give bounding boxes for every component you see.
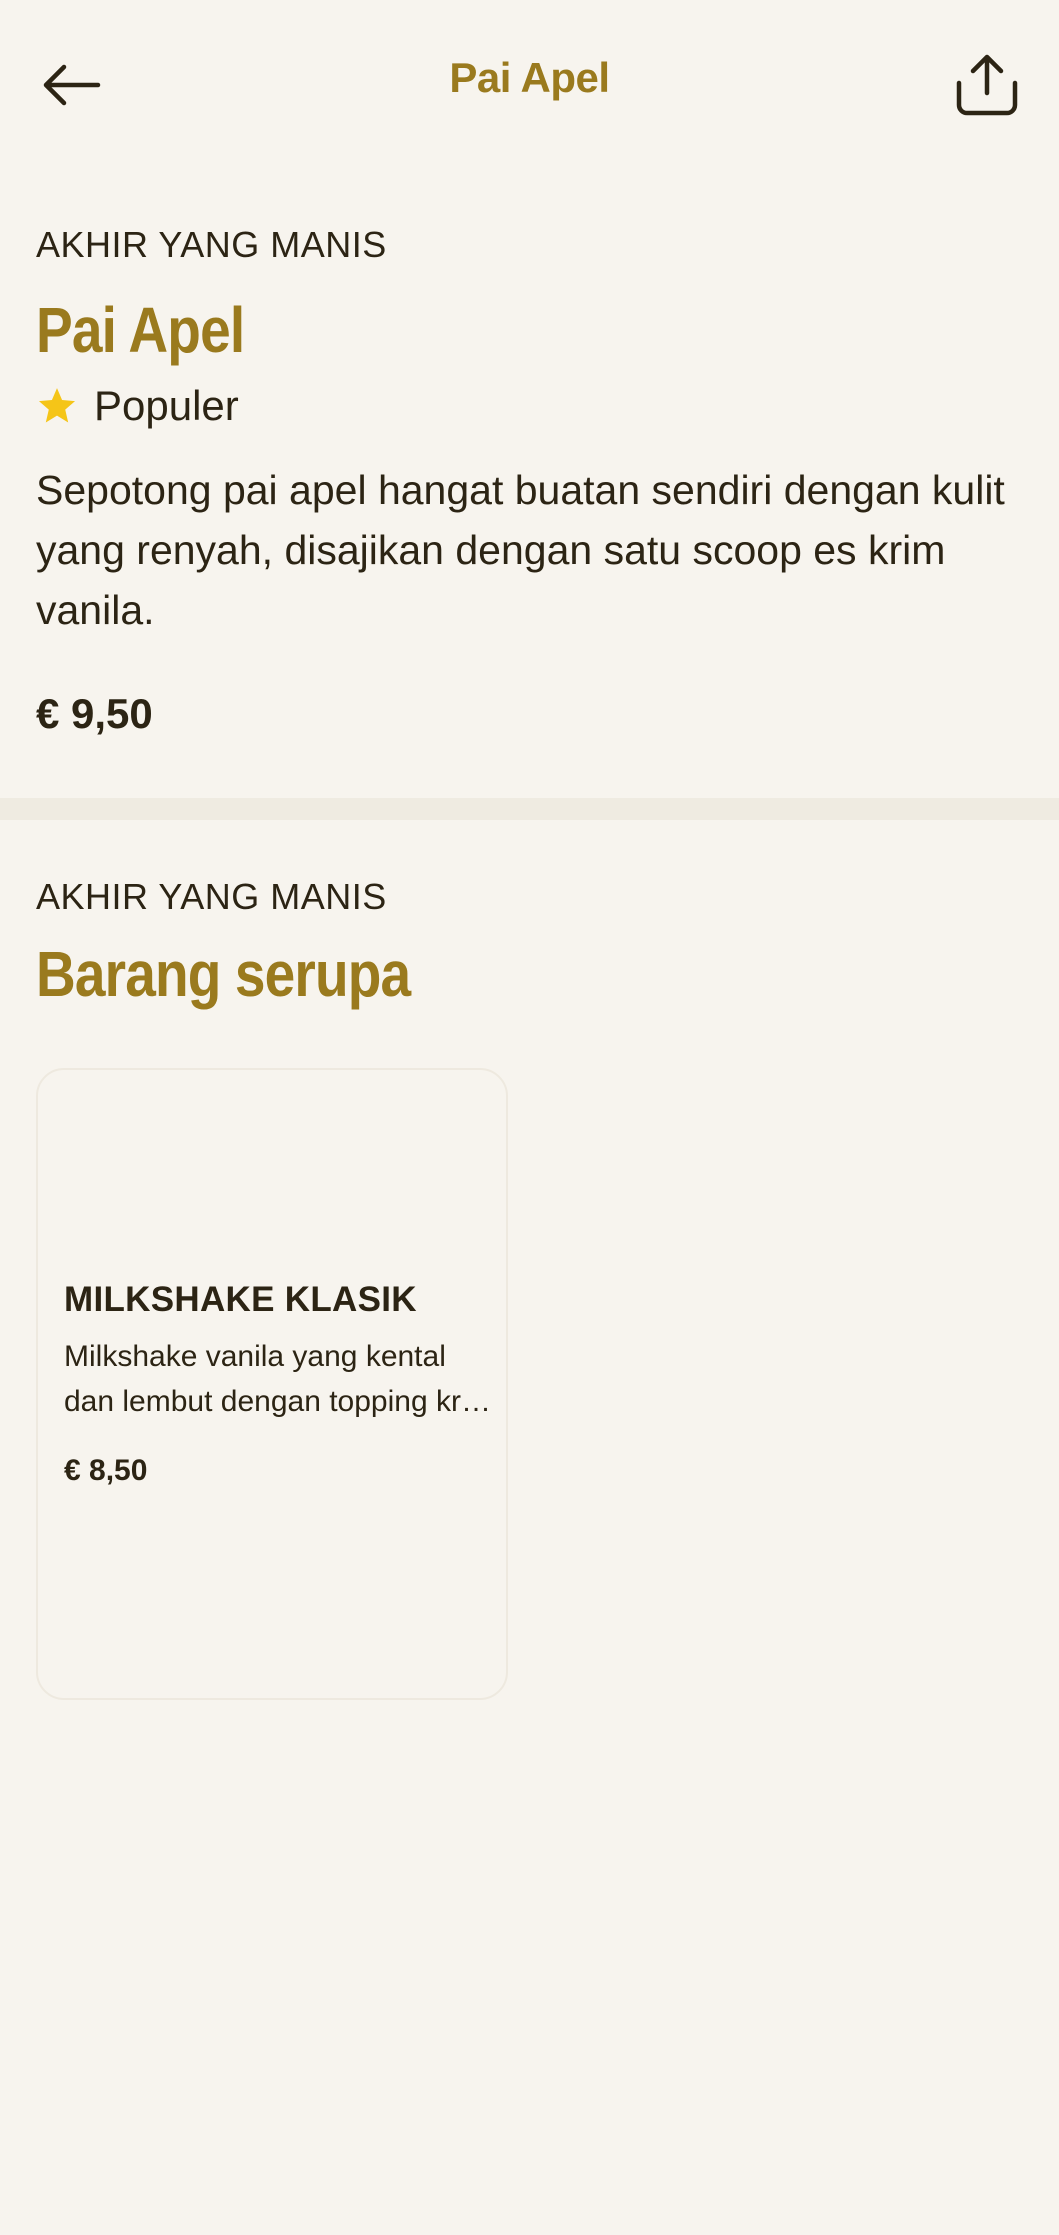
card-price: € 8,50 [64,1454,148,1487]
item-detail-section: AKHIR YANG MANIS Pai Apel Populer Sepoto… [36,220,1026,738]
share-button[interactable] [942,40,1032,130]
card-name: MILKSHAKE KLASIK [64,1280,417,1319]
star-icon [38,388,76,423]
page-title: Pai Apel [449,54,610,101]
share-upload-icon [956,54,1018,116]
similar-items-section: AKHIR YANG MANIS Barang serupa [36,872,1026,1012]
popular-badge: Populer [36,378,1026,434]
top-app-bar: Pai Apel [0,0,1059,170]
similar-item-card[interactable]: MILKSHAKE KLASIK Milkshake vanila yang k… [36,1068,508,1700]
similar-title: Barang serupa [36,938,411,1010]
item-description: Sepotong pai apel hangat buatan sendiri … [36,467,1005,633]
card-description: Milkshake vanila yang kental dan lembut … [64,1340,493,1418]
section-divider [0,798,1059,820]
item-price: € 9,50 [36,690,153,737]
item-name: Pai Apel [36,294,245,366]
badge-label: Populer [94,382,239,429]
similar-category: AKHIR YANG MANIS [36,876,387,917]
item-category: AKHIR YANG MANIS [36,224,387,265]
